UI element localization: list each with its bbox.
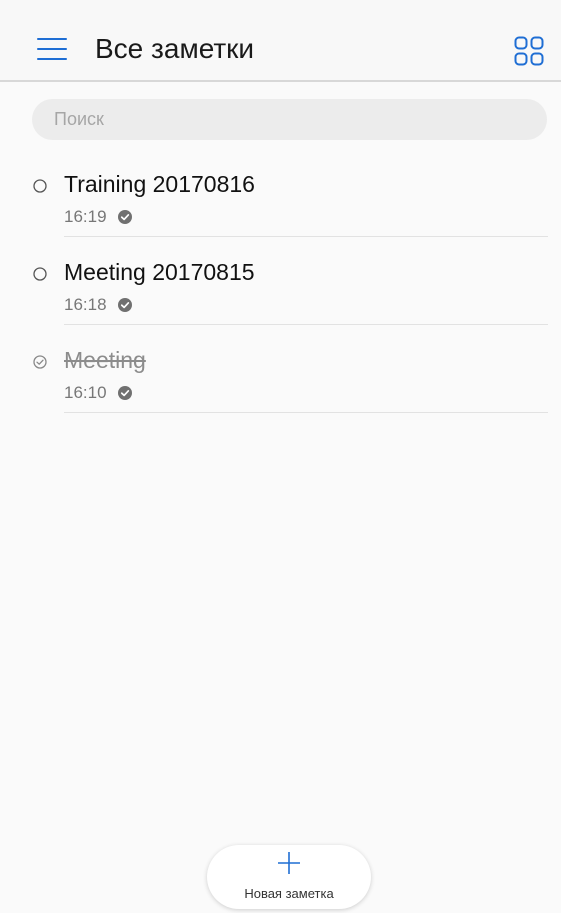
checked-circle-icon[interactable] [33, 355, 47, 369]
synced-check-icon [118, 298, 132, 312]
unchecked-circle-icon[interactable] [33, 267, 47, 281]
synced-check-icon [118, 210, 132, 224]
note-title: Meeting 20170815 [64, 259, 255, 285]
synced-check-icon [118, 386, 132, 400]
note-time: 16:19 [64, 207, 107, 226]
note-time: 16:10 [64, 383, 107, 402]
unchecked-circle-icon[interactable] [33, 179, 47, 193]
plus-icon [278, 852, 300, 874]
search-input[interactable] [32, 99, 547, 140]
note-item[interactable]: Training 20170816 16:19 [0, 149, 561, 237]
note-title: Meeting [64, 347, 146, 373]
hamburger-menu-icon[interactable] [37, 38, 67, 60]
note-item-completed[interactable]: Meeting 16:10 [0, 325, 561, 413]
grid-view-icon[interactable] [514, 36, 544, 66]
new-note-label: Новая заметка [244, 886, 334, 901]
note-title: Training 20170816 [64, 171, 255, 197]
note-item[interactable]: Meeting 20170815 16:18 [0, 237, 561, 325]
app-header: Все заметки [0, 0, 561, 82]
page-title: Все заметки [95, 33, 255, 64]
note-time: 16:18 [64, 295, 107, 314]
divider [64, 412, 548, 413]
new-note-button[interactable]: Новая заметка [207, 845, 371, 909]
